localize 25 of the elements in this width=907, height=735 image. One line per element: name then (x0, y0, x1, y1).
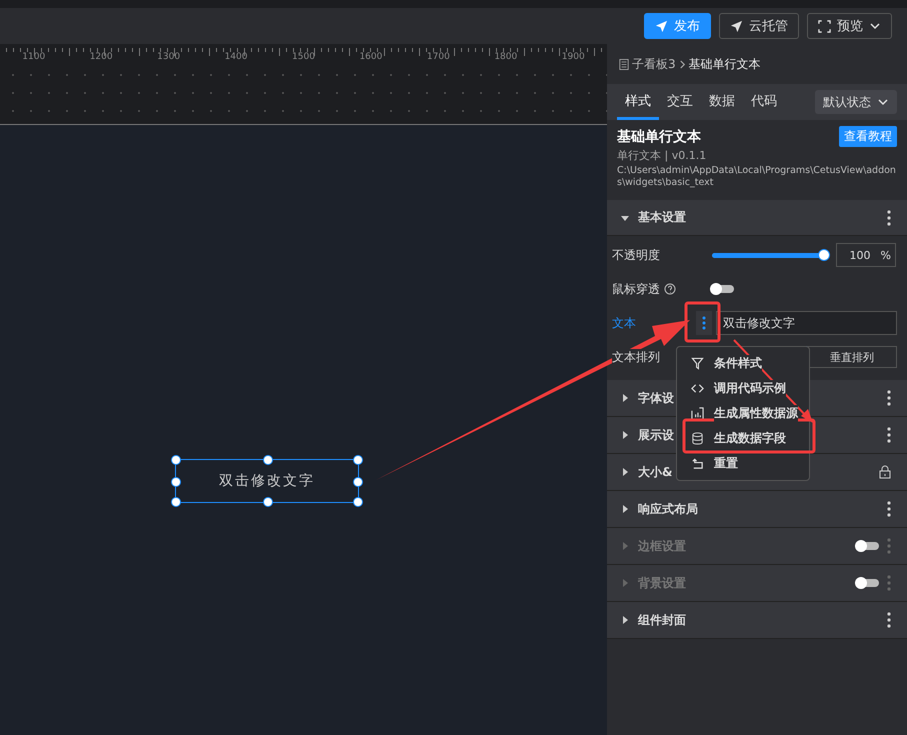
field-label: 文本排列 (612, 348, 660, 366)
section-title: 大小& (638, 464, 672, 480)
section-title: 字体设 (638, 390, 674, 406)
ruler-label: 1500 (291, 52, 316, 62)
breadcrumb-current: 基础单行文本 (688, 56, 761, 72)
ruler-label: 1300 (156, 52, 182, 62)
section-title: 展示设 (638, 426, 674, 444)
section-title: 背景设置 (638, 574, 686, 592)
component-title: 基础单行文本 (617, 128, 701, 146)
ruler-label: 1400 (224, 52, 248, 62)
ruler-label: 1800 (493, 52, 518, 62)
ruler-label: 1100 (21, 52, 46, 62)
ruler-label: 1700 (426, 52, 451, 62)
ruler-label: 1900 (560, 52, 586, 62)
component-version: 单行文本 | v0.1.1 (617, 148, 708, 163)
section-title: 基本设置 (638, 209, 686, 226)
section-title: 边框设置 (638, 538, 686, 554)
section-title: 响应式布局 (638, 500, 698, 518)
component-path: C:\Users\admin\AppData\Local\Programs\CetusView\addons\widgets\basic_text (617, 165, 897, 189)
ruler-label: 1600 (358, 52, 384, 62)
field-label: 鼠标穿透 (612, 280, 660, 298)
field-label: 文本 (612, 314, 637, 332)
field-label: 不透明度 (612, 246, 661, 264)
ruler-label: 1200 (88, 52, 114, 62)
section-title: 组件封面 (638, 612, 686, 628)
